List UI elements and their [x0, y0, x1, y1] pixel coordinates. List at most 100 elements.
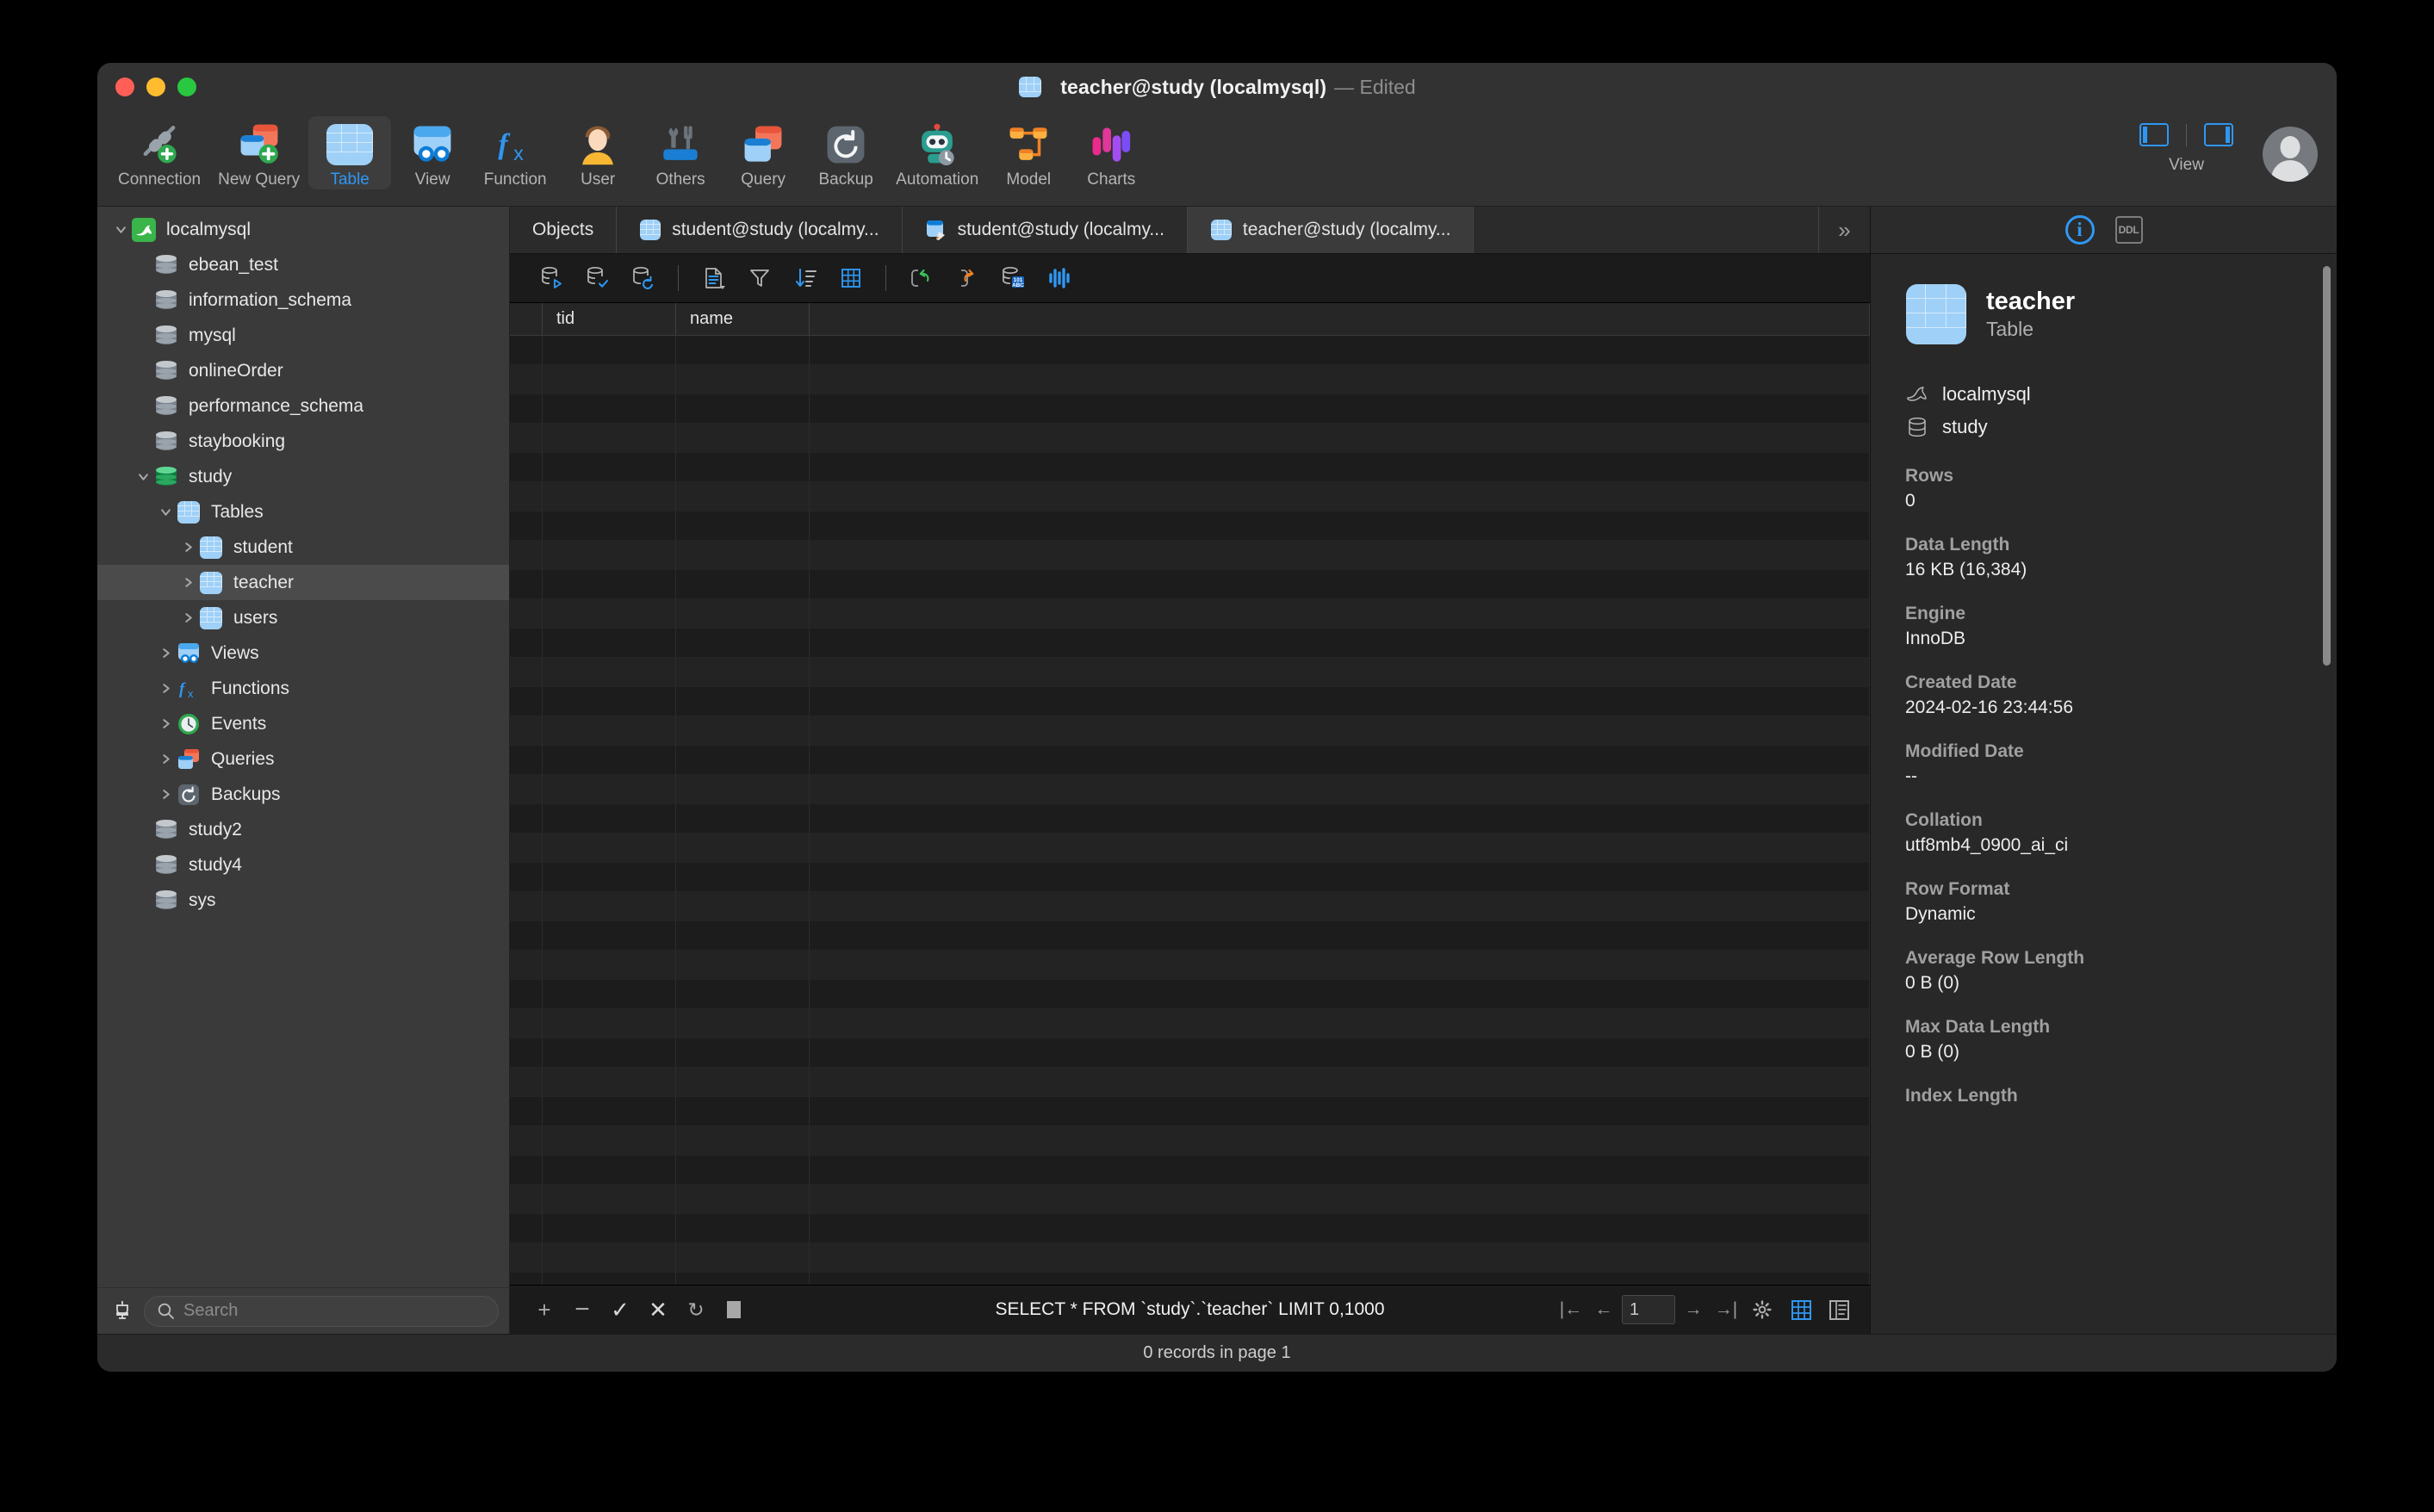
cell-tid[interactable] — [543, 424, 676, 453]
cell-name[interactable] — [676, 541, 810, 570]
tree-item-ebean-test[interactable]: ebean_test — [97, 247, 509, 282]
cell-tid[interactable] — [543, 1214, 676, 1243]
chevron-right-icon[interactable] — [177, 542, 199, 553]
charset-icon[interactable]: 101ABC — [990, 261, 1035, 295]
table-row[interactable] — [510, 599, 1870, 629]
toolbar-button-function[interactable]: fxFunction — [474, 116, 556, 189]
table-row[interactable] — [510, 1243, 1870, 1273]
chevron-right-icon[interactable] — [177, 577, 199, 588]
chevron-right-icon[interactable] — [154, 683, 177, 694]
cell-name[interactable] — [676, 1009, 810, 1038]
refresh-icon[interactable]: ↻ — [677, 1292, 715, 1327]
cell-tid[interactable] — [543, 833, 676, 863]
visualize-icon[interactable] — [1035, 261, 1081, 295]
table-row[interactable] — [510, 775, 1870, 804]
chevron-right-icon[interactable] — [154, 789, 177, 800]
cell-name[interactable] — [676, 453, 810, 482]
toolbar-button-others[interactable]: Others — [639, 116, 722, 189]
tree-item-events[interactable]: Events — [97, 706, 509, 741]
info-panel-scrollbar[interactable] — [2323, 266, 2331, 666]
cell-name[interactable] — [676, 863, 810, 892]
cell-name[interactable] — [676, 1273, 810, 1285]
cell-name[interactable] — [676, 746, 810, 775]
column-header-tid[interactable]: tid — [543, 303, 676, 335]
cell-name[interactable] — [676, 394, 810, 424]
table-row[interactable] — [510, 365, 1870, 394]
more-tabs-button[interactable]: » — [1818, 207, 1870, 253]
first-page-icon[interactable]: |← — [1556, 1294, 1586, 1325]
cell-name[interactable] — [676, 804, 810, 833]
toolbar-button-charts[interactable]: Charts — [1070, 116, 1152, 189]
cell-name[interactable] — [676, 482, 810, 511]
next-page-icon[interactable]: → — [1679, 1294, 1708, 1325]
tree-item-study4[interactable]: study4 — [97, 847, 509, 883]
cell-tid[interactable] — [543, 892, 676, 921]
tree-item-sys[interactable]: sys — [97, 883, 509, 918]
table-row[interactable] — [510, 921, 1870, 951]
table-row[interactable] — [510, 336, 1870, 365]
tree-item-study2[interactable]: study2 — [97, 812, 509, 847]
cell-name[interactable] — [676, 921, 810, 951]
table-row[interactable] — [510, 1185, 1870, 1214]
minimize-button[interactable] — [146, 77, 165, 96]
cell-tid[interactable] — [543, 599, 676, 629]
cell-name[interactable] — [676, 687, 810, 716]
table-row[interactable] — [510, 687, 1870, 716]
table-row[interactable] — [510, 511, 1870, 541]
cell-name[interactable] — [676, 629, 810, 658]
gear-icon[interactable] — [1744, 1299, 1780, 1320]
avatar[interactable] — [2263, 127, 2318, 182]
table-row[interactable] — [510, 1126, 1870, 1156]
page-number-input[interactable]: 1 — [1622, 1295, 1675, 1324]
cell-name[interactable] — [676, 1097, 810, 1126]
filter-icon[interactable] — [736, 261, 782, 295]
stop-icon[interactable] — [715, 1292, 753, 1327]
cell-name[interactable] — [676, 424, 810, 453]
table-row[interactable] — [510, 1097, 1870, 1126]
prev-page-icon[interactable]: ← — [1589, 1294, 1618, 1325]
cell-tid[interactable] — [543, 1009, 676, 1038]
cell-tid[interactable] — [543, 716, 676, 746]
cell-name[interactable] — [676, 1038, 810, 1068]
info-button[interactable]: i — [2065, 215, 2095, 245]
tab-editor-1[interactable]: student@study (localmy... — [617, 207, 902, 253]
toolbar-button-new-query[interactable]: New Query — [209, 116, 308, 189]
grid-view-icon[interactable] — [1784, 1299, 1818, 1321]
table-row[interactable] — [510, 804, 1870, 833]
chevron-down-icon[interactable] — [132, 471, 154, 482]
toggle-right-panel-button[interactable] — [2204, 123, 2233, 146]
connection-status-icon[interactable] — [111, 1298, 133, 1324]
sort-icon[interactable] — [782, 261, 828, 295]
tab-editor-3[interactable]: teacher@study (localmy... — [1188, 207, 1475, 253]
toolbar-button-table[interactable]: Table — [308, 116, 391, 189]
cell-tid[interactable] — [543, 1097, 676, 1126]
cell-name[interactable] — [676, 775, 810, 804]
cell-tid[interactable] — [543, 1185, 676, 1214]
chevron-down-icon[interactable] — [109, 224, 132, 235]
cell-tid[interactable] — [543, 541, 676, 570]
column-header-name[interactable]: name — [676, 303, 810, 335]
tree-item-localmysql[interactable]: localmysql — [97, 212, 509, 247]
cell-tid[interactable] — [543, 482, 676, 511]
undo-icon[interactable] — [898, 261, 944, 295]
table-row[interactable] — [510, 629, 1870, 658]
chevron-right-icon[interactable] — [154, 753, 177, 765]
table-row[interactable] — [510, 424, 1870, 453]
sql-preview-icon[interactable] — [691, 261, 736, 295]
cell-name[interactable] — [676, 833, 810, 863]
table-row[interactable] — [510, 394, 1870, 424]
tree-item-users[interactable]: users — [97, 600, 509, 635]
table-row[interactable] — [510, 716, 1870, 746]
cell-name[interactable] — [676, 1185, 810, 1214]
close-button[interactable] — [115, 77, 134, 96]
cell-name[interactable] — [676, 511, 810, 541]
cell-name[interactable] — [676, 1156, 810, 1185]
cell-tid[interactable] — [543, 511, 676, 541]
table-row[interactable] — [510, 951, 1870, 980]
cell-tid[interactable] — [543, 775, 676, 804]
cell-name[interactable] — [676, 365, 810, 394]
cell-name[interactable] — [676, 658, 810, 687]
apply-change-icon[interactable]: ✓ — [601, 1292, 639, 1327]
cell-name[interactable] — [676, 599, 810, 629]
chevron-right-icon[interactable] — [177, 612, 199, 623]
